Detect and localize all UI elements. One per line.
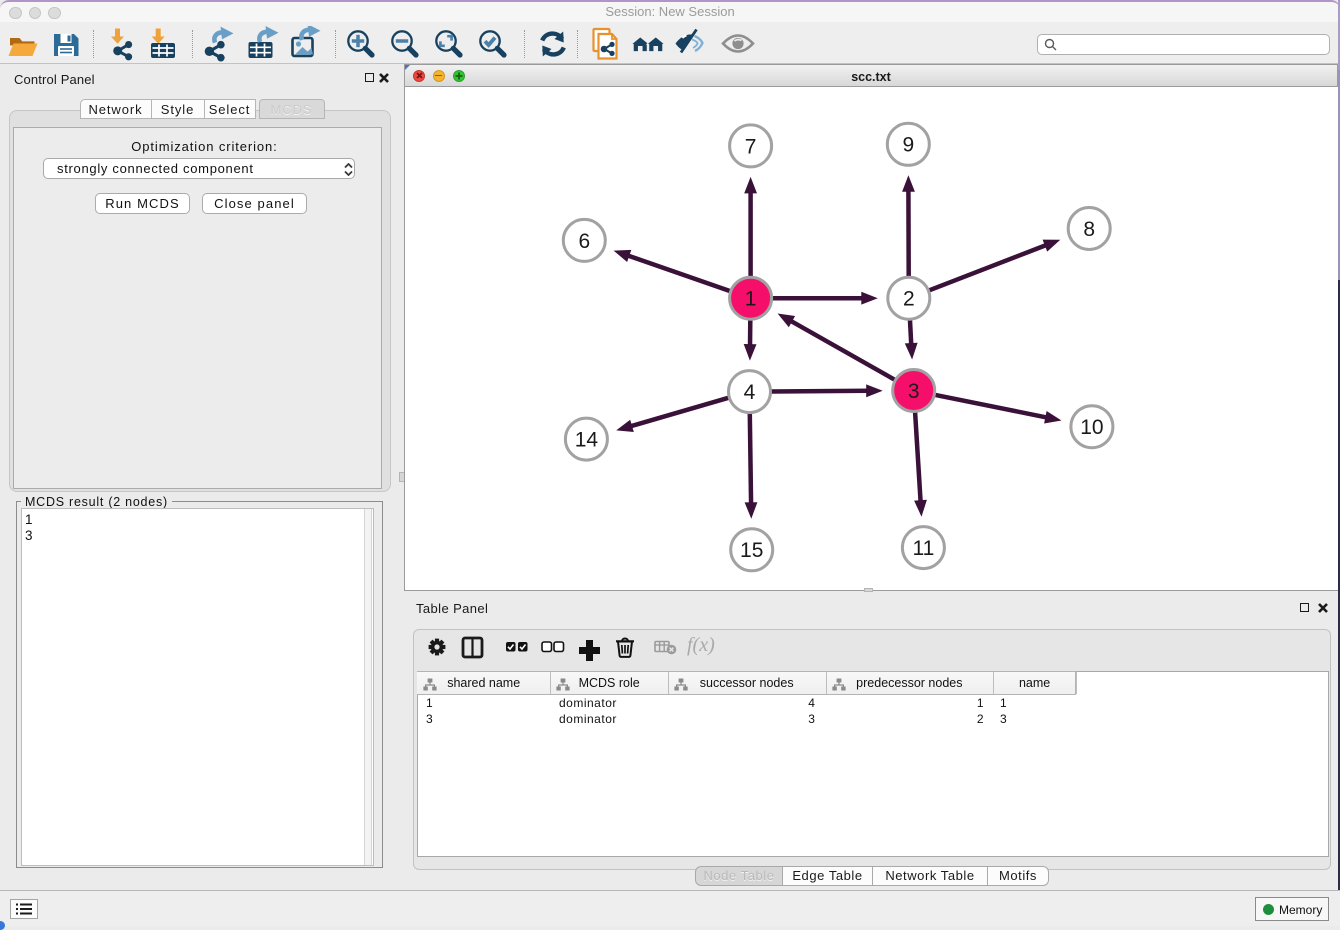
svg-text:1: 1 xyxy=(745,288,757,311)
svg-text:6: 6 xyxy=(578,230,590,253)
svg-text:4: 4 xyxy=(744,381,756,404)
svg-text:10: 10 xyxy=(1080,416,1103,439)
svg-text:3: 3 xyxy=(908,380,920,403)
svg-text:8: 8 xyxy=(1083,218,1095,241)
svg-text:15: 15 xyxy=(740,539,763,562)
svg-text:2: 2 xyxy=(903,288,915,311)
svg-text:9: 9 xyxy=(902,134,914,157)
svg-text:11: 11 xyxy=(912,537,934,560)
svg-text:14: 14 xyxy=(575,429,599,452)
svg-text:7: 7 xyxy=(745,135,757,158)
